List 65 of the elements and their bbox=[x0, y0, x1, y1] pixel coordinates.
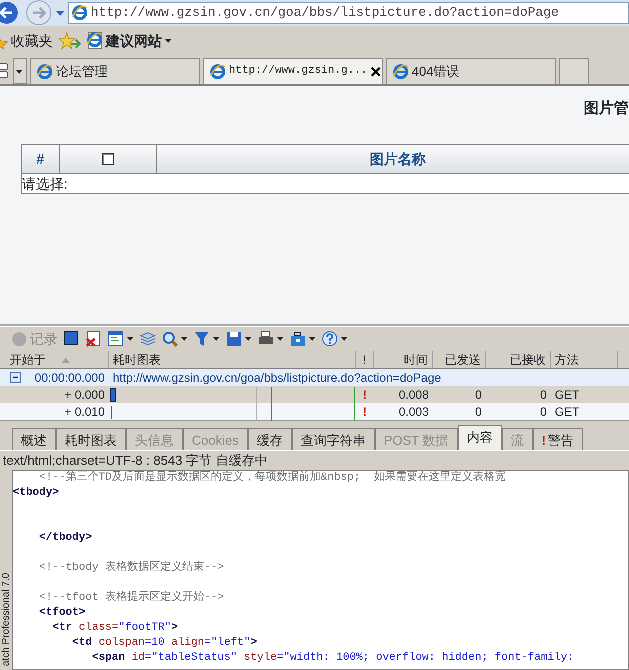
caret-icon bbox=[165, 39, 172, 43]
toolbox-icon[interactable] bbox=[290, 331, 306, 347]
request-row[interactable]: + 0.000 ! 0.008 0 0 GET bbox=[0, 386, 629, 403]
detail-tab[interactable]: 耗时图表 bbox=[56, 428, 126, 450]
column-header[interactable]: 已发送 bbox=[433, 351, 486, 368]
close-icon[interactable] bbox=[370, 66, 381, 76]
column-header: # bbox=[22, 145, 60, 173]
browser-tab[interactable]: 404错误 bbox=[386, 58, 556, 84]
caret-icon[interactable] bbox=[181, 337, 188, 341]
code-line: <span id="tableStatus" style="width: 100%; overflow: hidden; font-family: bbox=[91, 651, 576, 666]
window-icon[interactable] bbox=[108, 331, 124, 347]
caret-icon[interactable] bbox=[245, 337, 252, 341]
filter-icon[interactable] bbox=[194, 331, 210, 347]
detail-tab[interactable]: 查询字符串 bbox=[292, 428, 375, 450]
circle-icon bbox=[12, 332, 27, 346]
column-header[interactable]: 方法 bbox=[551, 351, 618, 368]
code-line: <tr class="footTR"> bbox=[52, 621, 180, 636]
code-line: </tbody> bbox=[38, 531, 94, 546]
code-line: <!--tbody 表格数据区定义结束--> bbox=[38, 561, 226, 576]
detail-tab[interactable]: !警告 bbox=[532, 428, 584, 450]
tab-list-button[interactable] bbox=[13, 58, 27, 84]
column-header[interactable]: 耗时图表 bbox=[109, 351, 356, 368]
code-line: <!--tfoot 表格提示区定义开始--> bbox=[38, 591, 226, 606]
browser-icon bbox=[210, 64, 226, 80]
clear-icon[interactable] bbox=[86, 331, 102, 347]
page-icon bbox=[87, 32, 103, 50]
caret-icon[interactable] bbox=[309, 337, 316, 341]
detail-tab[interactable]: 内容 bbox=[458, 425, 502, 450]
layers-icon[interactable] bbox=[140, 331, 156, 347]
checkbox[interactable] bbox=[102, 153, 114, 165]
caret-icon[interactable] bbox=[127, 337, 134, 341]
address-field[interactable]: http://www.gzsin.gov.cn/goa/bbs/listpicture.do?action=doPage bbox=[68, 2, 629, 24]
column-header[interactable]: ! bbox=[356, 351, 374, 368]
caret-icon[interactable] bbox=[277, 337, 284, 341]
column-header[interactable]: 开始于 bbox=[6, 351, 109, 368]
browser-icon bbox=[37, 64, 53, 80]
caret-icon[interactable] bbox=[341, 337, 348, 341]
code-line: <tfoot> bbox=[38, 606, 87, 621]
request-group-row[interactable]: 00:00:00.000 http://www.gzsin.gov.cn/goa/bbs/listpicture.do?action=doPage bbox=[0, 369, 629, 386]
page-title: 图片管 bbox=[583, 99, 629, 119]
suggested-sites-button[interactable]: 建议网站 bbox=[87, 30, 172, 52]
printer-icon[interactable] bbox=[258, 331, 274, 347]
collapse-icon[interactable] bbox=[10, 372, 21, 383]
request-row[interactable]: + 0.010 ! 0.003 0 0 GET bbox=[0, 403, 629, 420]
save-icon[interactable] bbox=[226, 331, 242, 347]
column-header[interactable]: 已接收 bbox=[486, 351, 551, 368]
sort-arrow-icon bbox=[62, 358, 70, 364]
code-line: <!--第三个TD及后面是显示数据区的定义，每项数据前加&nbsp; 如果需要在这里定义表格宽 bbox=[38, 471, 507, 486]
code-line: <tbody> bbox=[13, 486, 60, 501]
browser-tab[interactable]: 论坛管理 bbox=[30, 58, 200, 84]
footer-text: 请选择: bbox=[22, 175, 69, 193]
search-icon[interactable] bbox=[162, 331, 178, 347]
help-icon[interactable] bbox=[322, 331, 338, 347]
browser-tab[interactable]: http://www.gzsin.g... bbox=[203, 58, 383, 84]
detail-tab[interactable]: 概述 bbox=[12, 428, 56, 450]
browser-icon bbox=[72, 5, 88, 21]
side-label: atch Professional 7.0 bbox=[0, 572, 13, 666]
detail-tab[interactable]: 缓存 bbox=[248, 428, 292, 450]
browser-icon bbox=[393, 64, 409, 80]
caret-icon[interactable] bbox=[213, 337, 220, 341]
column-header: 图片名称 bbox=[157, 145, 629, 173]
column-header[interactable]: 时间 bbox=[374, 351, 433, 368]
code-line: <td colspan=10 align="left"> bbox=[71, 636, 258, 651]
stop-icon[interactable] bbox=[64, 331, 80, 347]
favorites-button[interactable]: 收藏夹 bbox=[0, 30, 53, 52]
